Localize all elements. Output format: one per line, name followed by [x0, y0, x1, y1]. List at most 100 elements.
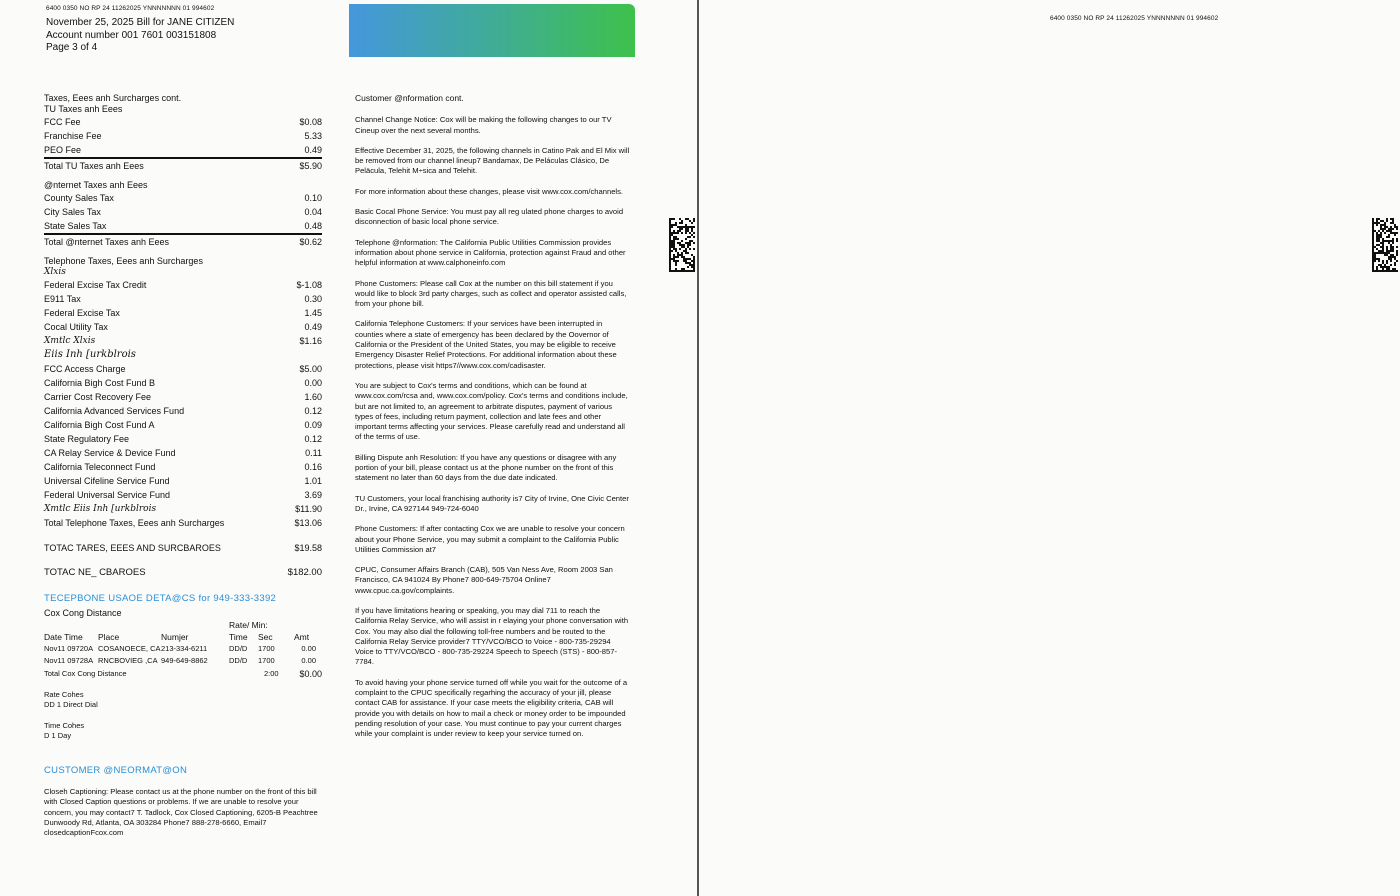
- tv-taxes-total: Total TU Taxes anh Eees $5.90: [44, 159, 322, 173]
- tax-line-item: Federal Universal Service Fund 3.69: [44, 488, 322, 502]
- long-distance-total: Total Cox Cong Distance 2:00 $0.00: [44, 666, 322, 682]
- telephone-sub1-title: Xlxis: [44, 267, 66, 277]
- tax-line-item: Carrier Cost Recovery Fee 1.60: [44, 390, 322, 404]
- rate-min-header: Rate/ Min:: [44, 620, 322, 632]
- sub2-total-value: $11.90: [295, 504, 322, 514]
- page-number: Page 3 of 4: [46, 42, 98, 53]
- rate-codes-value: DD 1 Direct Dial: [44, 699, 98, 709]
- page-divider: [697, 0, 699, 896]
- tax-line-label: Universal Cifeline Service Fund: [44, 476, 170, 486]
- tax-line-item: E911 Tax 0.30: [44, 292, 322, 306]
- tax-line-item: FCC Access Charge $5.00: [44, 362, 322, 376]
- tax-line-label: State Regulatory Fee: [44, 434, 130, 444]
- info-paragraph: Telephone @nformation: The California Pu…: [355, 237, 626, 268]
- tax-line-value: 0.00: [304, 378, 322, 388]
- ld-total-min: 2:00: [264, 669, 279, 678]
- info-paragraph: TU Customers, your local franchising aut…: [355, 493, 629, 513]
- tax-line-value: 1.45: [304, 308, 322, 318]
- tax-line-value: 0.30: [304, 294, 322, 304]
- usage-cell-amt: 0.00: [301, 655, 316, 665]
- tax-line-value: 0.49: [304, 322, 322, 332]
- usage-cell-time: DD/D: [229, 655, 248, 665]
- internet-taxes-list: County Sales Tax 0.10 City Sales Tax 0.04 St…: [44, 191, 322, 235]
- tv-taxes-title: TU Taxes anh Eees: [44, 104, 123, 114]
- tax-line-item: California Advanced Services Fund 0.12: [44, 404, 322, 418]
- tax-line-label: Federal Universal Service Fund: [44, 490, 171, 500]
- col-sec: Sec: [258, 631, 273, 642]
- tax-line-value: $0.08: [299, 117, 322, 127]
- page4-barcode: [1372, 218, 1398, 272]
- page3-barcode: [669, 218, 695, 272]
- tax-line-label: Cocal Utility Tax: [44, 322, 108, 332]
- telephone-total-label: Total Telephone Taxes, Eees anh Surcharg…: [44, 518, 225, 528]
- tax-line-item: Federal Excise Tax 1.45: [44, 306, 322, 320]
- tax-line-item: Universal Cifeline Service Fund 1.01: [44, 474, 322, 488]
- ld-total-amt: $0.00: [299, 669, 322, 679]
- telephone-taxes-total: Total Telephone Taxes, Eees anh Surcharg…: [44, 516, 322, 530]
- info-paragraph: If you have limitations hearing or speak…: [355, 605, 629, 667]
- tax-line-label: FCC Access Charge: [44, 364, 126, 374]
- total-taxes-value: $19.58: [294, 543, 322, 553]
- tax-line-label: Federal Excise Tax: [44, 308, 120, 318]
- total-taxes-label: TOTAC TARES, EEES AND SURCBAROES: [44, 543, 221, 553]
- tax-line-label: E911 Tax: [44, 294, 81, 304]
- tax-line-value: 0.09: [304, 420, 322, 430]
- col-amt: Amt: [294, 631, 310, 642]
- usage-row: Nov11 09720A COSANOECE, CA 213-334-6211 DD/…: [44, 643, 322, 655]
- tax-line-label: FCC Fee: [44, 117, 81, 127]
- telephone-sub2-total: Xmtlc Eiis Inh [urkblrois $11.90: [44, 502, 322, 516]
- info-paragraph: Phone Customers: Please call Cox at the …: [355, 278, 627, 309]
- info-paragraphs: Channel Change Notice: Cox will be makin…: [355, 115, 630, 739]
- tv-total-label: Total TU Taxes anh Eees: [44, 161, 144, 171]
- usage-table: Nov11 09720A COSANOECE, CA 213-334-6211 DD/…: [44, 643, 322, 666]
- customer-info-title: CUSTOMER @NEORMAT@ON: [44, 765, 188, 776]
- tax-line-value: 0.49: [304, 145, 322, 155]
- tax-line-label: PEO Fee: [44, 145, 82, 155]
- tax-line-value: 0.12: [304, 434, 322, 444]
- info-cont-title: Customer @nformation cont.: [355, 93, 464, 103]
- time-codes-title: Time Cohes: [44, 721, 85, 730]
- tax-line-value: 0.10: [304, 193, 322, 203]
- tax-line-value: 1.01: [304, 476, 322, 486]
- rate-min-label: Rate/ Min:: [229, 620, 268, 630]
- tax-line-label: California Advanced Services Fund: [44, 406, 185, 416]
- account-number: Account number 001 7601 003151808: [46, 29, 217, 41]
- usage-cell-date: Nov11 09720A: [44, 644, 94, 653]
- sub1-total-value: $1.16: [299, 336, 322, 346]
- tv-taxes-list: FCC Fee $0.08 Franchise Fee 5.33 PEO Fee 0.49: [44, 115, 322, 159]
- customer-info-column: Customer @nformation cont. Channel Chang…: [355, 93, 630, 750]
- usage-row: Nov11 09728A RNCBOVIEG ,CA 949-649-8862 DD/…: [44, 655, 322, 667]
- tax-line-label: County Sales Tax: [44, 193, 114, 203]
- info-paragraph: CPUC, Consumer Affairs Branch (CAB), 505…: [355, 565, 613, 595]
- info-paragraph: Basic Cocal Phone Service: You must pay …: [355, 207, 624, 227]
- total-new-charges-value: $182.00: [287, 567, 322, 578]
- tax-line-item: FCC Fee $0.08: [44, 115, 322, 129]
- col-date-time: Date Time: [44, 631, 83, 642]
- telephone-taxes-list-1: Federal Excise Tax Credit $-1.08 E911 Tax 0…: [44, 278, 322, 334]
- tax-line-value: $5.00: [299, 364, 322, 374]
- info-paragraph: Phone Customers: If after contacting Cox…: [355, 524, 625, 554]
- tv-total-value: $5.90: [299, 161, 322, 171]
- usage-cell-place: RNCBOVIEG ,CA: [98, 655, 158, 665]
- info-paragraph: California Telephone Customers: If your …: [355, 319, 617, 370]
- telephone-total-value: $13.06: [294, 518, 322, 528]
- usage-cell-sec: 1700: [258, 655, 275, 665]
- tax-line-item: State Sales Tax 0.48: [44, 219, 322, 235]
- total-taxes-fees-row: TOTAC TARES, EEES AND SURCBAROES $19.58: [44, 541, 322, 555]
- info-paragraph: Effective December 31, 2025, the followi…: [355, 145, 630, 176]
- info-paragraph: Billing Dispute anh Resolution: If you h…: [355, 452, 617, 483]
- charges-column: Taxes, Eees anh Surcharges cont. TU Taxe…: [44, 93, 322, 838]
- taxes-section-title: Taxes, Eees anh Surcharges cont.: [44, 93, 182, 103]
- telephone-sub1-total: Xmtlc Xlxis $1.16: [44, 334, 322, 348]
- col-time: Time: [229, 631, 248, 642]
- mail-code-line: 6400 0350 NO RP 24 11262025 YNNNNNNN 01 …: [46, 5, 215, 12]
- info-paragraph: To avoid having your phone service turne…: [355, 677, 628, 739]
- tax-line-value: 1.60: [304, 392, 322, 402]
- info-paragraph: You are subject to Cox's terms and condi…: [355, 380, 628, 442]
- tax-line-label: City Sales Tax: [44, 207, 101, 217]
- sub1-total-label: Xmtlc Xlxis: [44, 336, 96, 346]
- tax-line-value: 3.69: [304, 490, 322, 500]
- tax-line-label: State Sales Tax: [44, 221, 107, 231]
- bill-page-4: 6400 0350 NO RP 24 11262025 YNNNNNNN 01 …: [700, 0, 1400, 896]
- internet-total-label: Total @nternet Taxes anh Eees: [44, 237, 170, 247]
